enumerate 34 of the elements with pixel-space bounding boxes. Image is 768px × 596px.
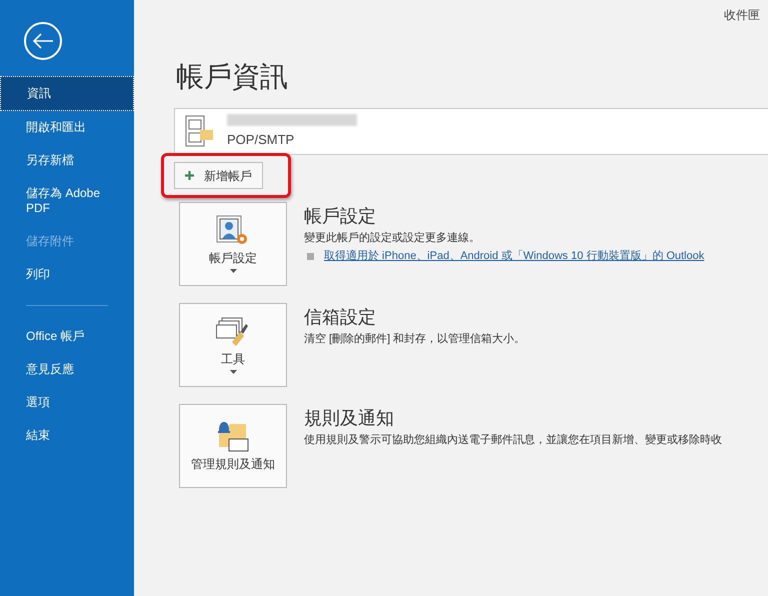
outlook-app-link[interactable]: 取得適用於 iPhone、iPad、Android 或「Windows 10 行動裝置版」的 Outlook [324,249,704,264]
section-description: 清空 [刪除的郵件] 和封存，以管理信箱大小。 [304,332,526,347]
section-button[interactable]: 帳戶設定 [179,202,287,286]
folder-name: 收件匣 [724,7,760,24]
sidebar-item[interactable]: 列印 [0,258,134,291]
section-button[interactable]: 工具 [179,303,287,387]
sidebar-item[interactable]: Office 帳戶 [0,320,134,353]
account-settings-icon [216,215,250,247]
back-arrow-icon [32,33,54,49]
envelopes-brush-icon [216,316,250,348]
page-title: 帳戶資訊 [176,60,289,94]
sidebar-item[interactable]: 開啟和匯出 [0,111,134,144]
sidebar-item[interactable]: 選項 [0,386,134,419]
section-description: 使用規則及警示可協助您組織內送電子郵件訊息，並讓您在項目新增、變更或移除時收 [304,433,722,448]
back-button[interactable] [24,22,62,60]
section-title: 規則及通知 [304,407,395,430]
bullet-square-icon [307,253,314,260]
sidebar-item[interactable]: 結束 [0,419,134,452]
sidebar-item[interactable]: 儲存為 Adobe PDF [0,177,134,225]
section-description: 變更此帳戶的設定或設定更多連線。 [304,231,481,246]
add-account-button[interactable]: 新增帳戶 [174,162,263,189]
sidebar-item[interactable]: 另存新檔 [0,144,134,177]
dropdown-caret-icon [230,269,236,273]
plus-icon [185,171,194,180]
account-selector[interactable]: POP/SMTP [174,108,768,155]
sidebar-item[interactable]: 資訊 [0,76,134,111]
account-type: POP/SMTP [227,130,296,149]
dropdown-caret-icon [230,370,236,374]
bell-folder-icon [216,419,250,453]
section-button[interactable]: 管理規則及通知 [179,404,287,488]
section-title: 信箱設定 [304,306,377,329]
sidebar-item[interactable]: 意見反應 [0,353,134,386]
section-title: 帳戶設定 [304,205,377,228]
cabinet-mail-icon [185,114,215,148]
